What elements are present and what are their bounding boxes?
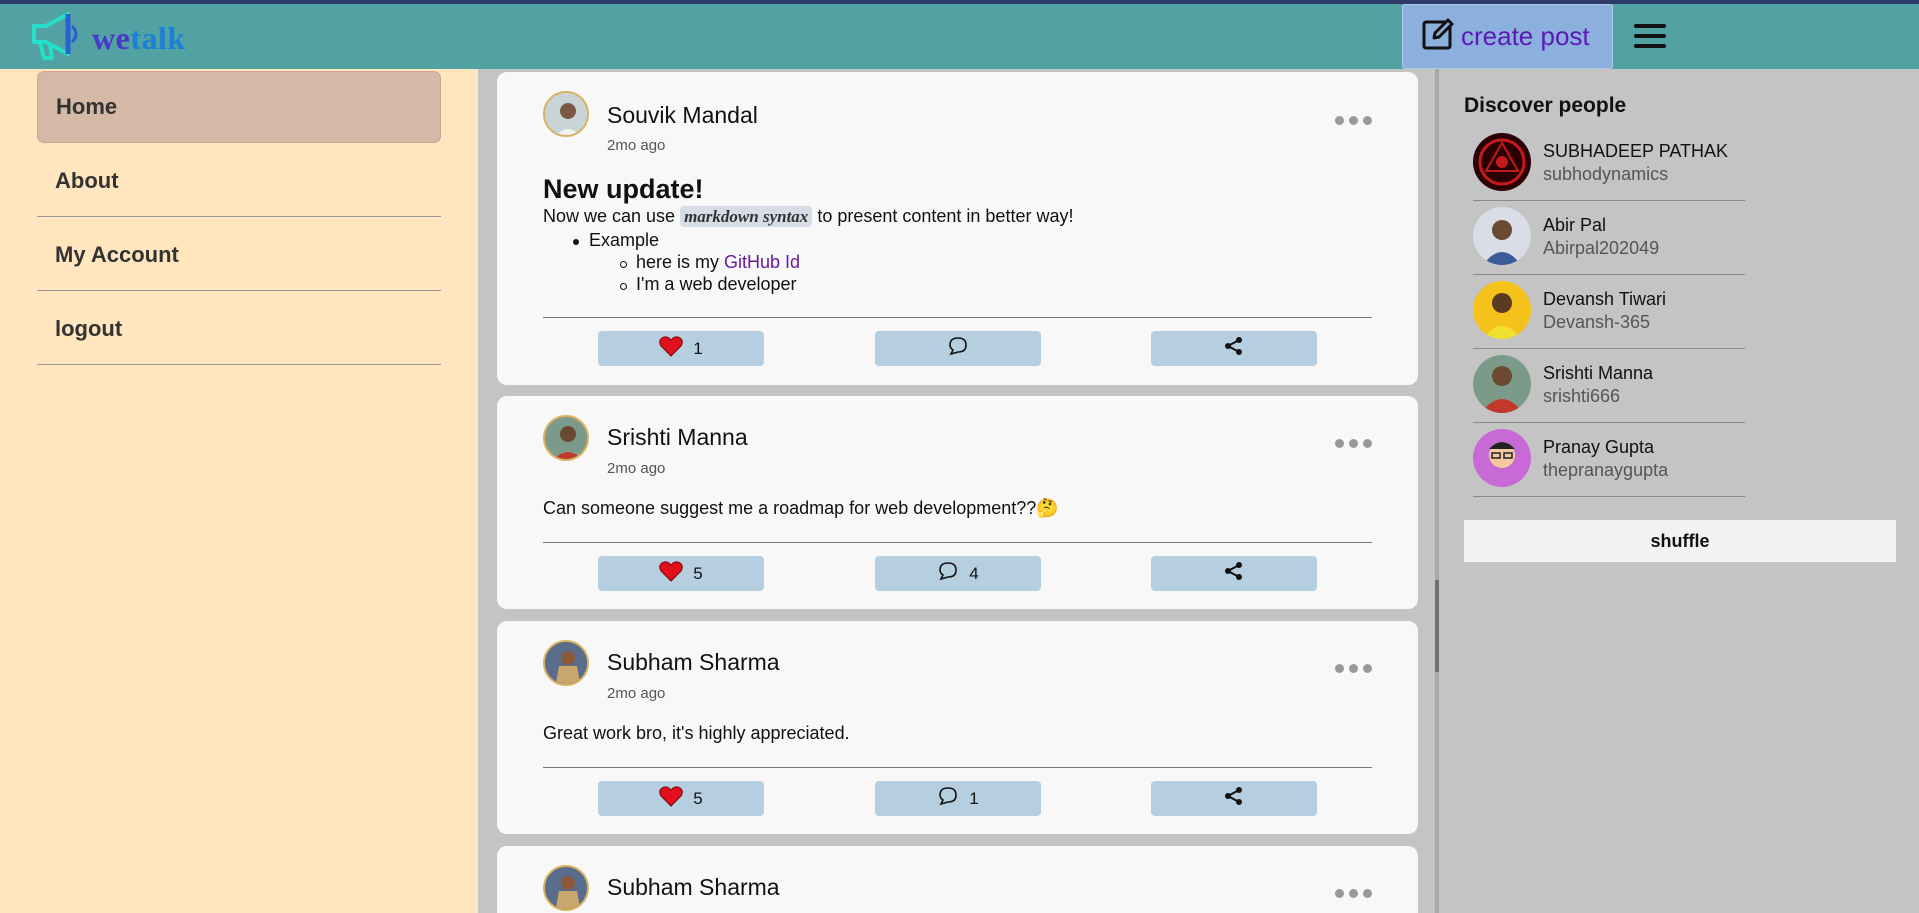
post-title: New update! [543,174,704,204]
circle-bullet-icon [620,261,627,268]
person-name: SUBHADEEP PATHAK [1543,141,1729,161]
sidebar: Home About My Account logout [0,69,478,913]
wetalk-logo[interactable]: wetalk [30,10,186,66]
feed-scrollbar-thumb[interactable] [1435,580,1439,672]
shuffle-button[interactable]: shuffle [1464,520,1896,562]
more-options-icon[interactable] [1335,116,1372,125]
logo-text: wetalk [92,19,186,56]
avatar[interactable] [543,865,589,911]
person-name: Abir Pal [1543,215,1607,235]
post-body: Now we can use markdown syntax to presen… [543,206,1074,227]
share-button[interactable] [1151,781,1317,816]
divider [543,542,1372,543]
like-button[interactable]: 1 [598,331,764,366]
inline-code: markdown syntax [680,206,813,227]
divider [543,767,1372,768]
more-options-icon[interactable] [1335,439,1372,448]
like-count: 1 [693,338,703,358]
menu-icon[interactable] [1634,24,1666,50]
avatar [1473,355,1531,413]
avatar [1473,281,1531,339]
share-icon [1224,786,1244,811]
list-item: here is my GitHub Id [636,252,801,272]
list-item: Example [589,230,660,250]
sidebar-item-my-account[interactable]: My Account [37,219,441,291]
comment-button[interactable] [875,331,1041,366]
like-button[interactable]: 5 [598,781,764,816]
post-author[interactable]: Subham Sharma [607,649,780,676]
person-name: Pranay Gupta [1543,437,1655,457]
post-list: Example here is my GitHub Id I'm a web d… [543,230,943,310]
post-author[interactable]: Srishti Manna [607,424,748,451]
more-options-icon[interactable] [1335,889,1372,898]
discover-title: Discover people [1464,94,1627,117]
post-time: 2mo ago [607,137,666,154]
share-button[interactable] [1151,556,1317,591]
heart-icon [659,335,684,362]
like-button[interactable]: 5 [598,556,764,591]
share-icon [1224,336,1244,361]
discover-person[interactable]: Devansh Tiwari Devansh-365 [1473,275,1745,349]
heart-icon [659,560,684,587]
discover-person[interactable]: Abir Pal Abirpal202049 [1473,201,1745,275]
comment-count: 4 [969,563,979,583]
comment-icon [937,785,959,812]
bullet-icon [573,239,579,245]
create-post-label: create post [1461,21,1590,51]
post-author[interactable]: Subham Sharma [607,874,780,901]
post-body: Can someone suggest me a roadmap for web… [543,498,1059,518]
post-author[interactable]: Souvik Mandal [607,102,758,129]
like-count: 5 [693,788,703,808]
share-button[interactable] [1151,331,1317,366]
person-username: Abirpal202049 [1543,238,1660,258]
edit-icon [1421,17,1455,56]
discover-person[interactable]: Srishti Manna srishti666 [1473,349,1745,423]
person-username: subhodynamics [1543,164,1669,184]
person-name: Srishti Manna [1543,363,1654,383]
comment-button[interactable]: 4 [875,556,1041,591]
avatar [1473,133,1531,191]
comment-button[interactable]: 1 [875,781,1041,816]
feed-scrollbar-track[interactable] [1435,69,1439,913]
sidebar-item-logout[interactable]: logout [37,293,441,365]
post-card: Srishti Manna 2mo ago Can someone sugges… [497,396,1418,609]
person-username: srishti666 [1543,386,1621,406]
app-header: wetalk create post [0,4,1919,69]
github-link[interactable]: GitHub Id [724,252,800,272]
post-body: Great work bro, it's highly appreciated. [543,723,850,743]
discover-person[interactable]: SUBHADEEP PATHAK subhodynamics [1473,127,1745,201]
avatar [1473,429,1531,487]
divider [543,317,1372,318]
create-post-button[interactable]: create post [1402,4,1613,69]
heart-icon [659,785,684,812]
megaphone-icon [30,10,86,67]
avatar[interactable] [543,415,589,461]
sidebar-item-about[interactable]: About [37,145,441,217]
share-icon [1224,561,1244,586]
sidebar-item-home[interactable]: Home [37,71,441,143]
post-time: 2mo ago [607,685,666,702]
list-item: I'm a web developer [636,274,797,294]
comment-icon [947,335,969,362]
circle-bullet-icon [620,283,627,290]
avatar[interactable] [543,640,589,686]
comment-icon [937,560,959,587]
like-count: 5 [693,563,703,583]
avatar[interactable] [543,91,589,137]
comment-count: 1 [969,788,979,808]
post-time: 2mo ago [607,460,666,477]
person-username: Devansh-365 [1543,312,1651,332]
person-name: Devansh Tiwari [1543,289,1667,309]
post-card: Souvik Mandal 2mo ago New update! Now we… [497,72,1418,385]
post-card: Subham Sharma 2mo ago Great work bro, it… [497,621,1418,834]
person-username: thepranaygupta [1543,460,1669,480]
post-card: Subham Sharma [497,846,1418,913]
discover-person[interactable]: Pranay Gupta thepranaygupta [1473,423,1745,497]
avatar [1473,207,1531,265]
more-options-icon[interactable] [1335,664,1372,673]
